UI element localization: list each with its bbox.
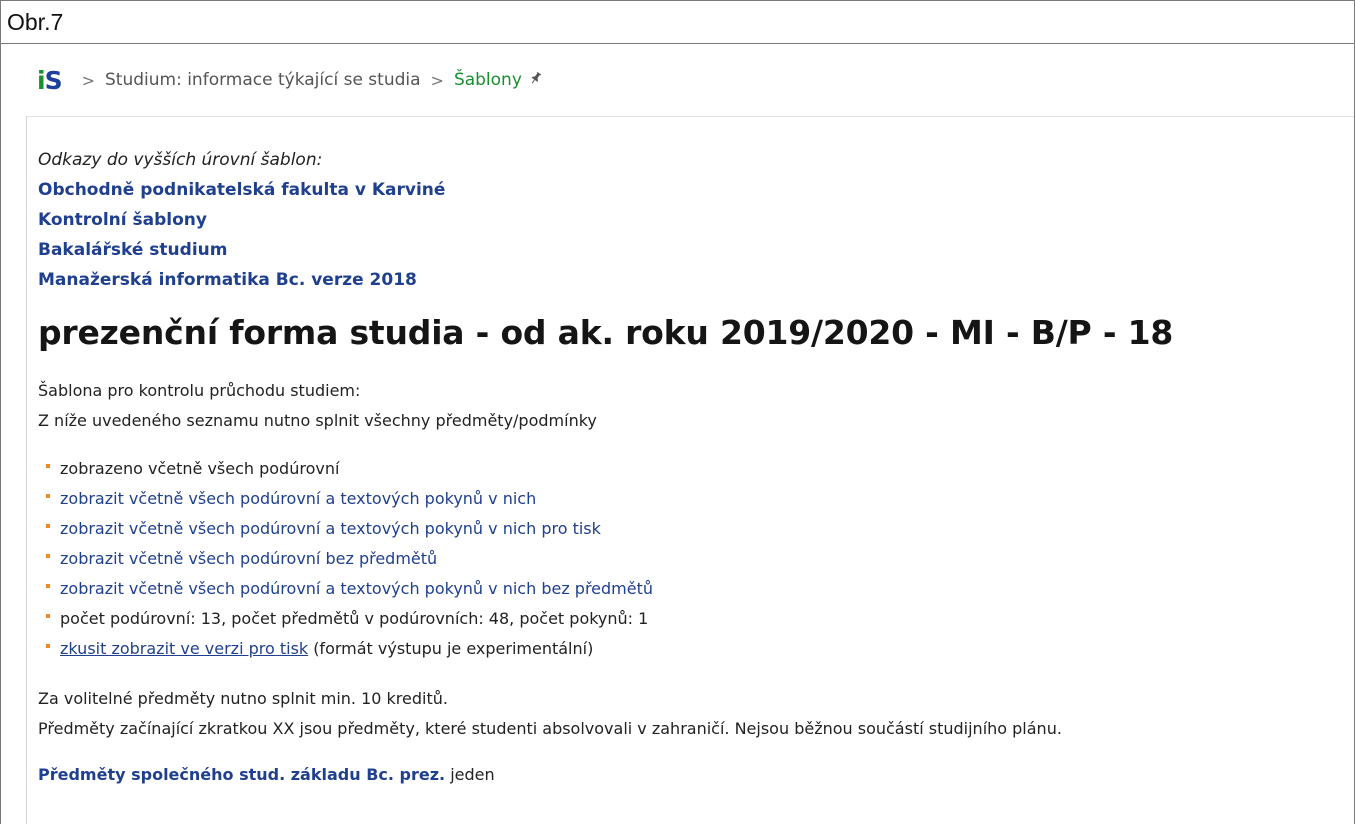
section-suffix: jeden [450,765,495,784]
bullet-icon [46,524,50,528]
list-item: zkusit zobrazit ve verzi pro tisk (formá… [46,634,1354,664]
credit-note-line-1: Za volitelné předměty nutno splnit min. … [38,689,448,708]
option-current-view: zobrazeno včetně všech podúrovní [60,459,340,478]
list-item: zobrazit včetně všech podúrovní a textov… [46,514,1354,544]
template-description-line-1: Šablona pro kontrolu průchodu studiem: [38,381,361,400]
credit-notes: Za volitelné předměty nutno splnit min. … [38,684,1354,744]
list-item: zobrazeno včetně všech podúrovní [46,454,1354,484]
option-link-with-instructions[interactable]: zobrazit včetně všech podúrovní a textov… [60,484,536,514]
bullet-icon [46,464,50,468]
display-options-list: zobrazeno včetně všech podúrovní zobrazi… [38,454,1354,664]
bullet-icon [46,614,50,618]
breadcrumb: iS > Studium: informace týkající se stud… [1,44,1354,116]
option-link-without-courses[interactable]: zobrazit včetně všech podúrovní bez před… [60,544,437,574]
is-logo[interactable]: iS [37,65,63,95]
logo-letter-i: i [37,65,46,95]
parent-link-programme[interactable]: Manažerská informatika Bc. verze 2018 [38,265,1354,295]
bullet-icon [46,584,50,588]
parent-link-control-templates[interactable]: Kontrolní šablony [38,205,1354,235]
list-item: zobrazit včetně všech podúrovní bez před… [46,544,1354,574]
template-description: Šablona pro kontrolu průchodu studiem: Z… [38,376,1354,436]
logo-letter-s: S [44,65,63,95]
figure-frame: Obr.7 iS > Studium: informace týkající s… [0,0,1355,824]
breadcrumb-separator: > [81,70,95,90]
list-item: zobrazit včetně všech podúrovní a textov… [46,484,1354,514]
pin-icon[interactable] [524,69,546,92]
template-description-line-2: Z níže uvedeného seznamu nutno splnit vš… [38,411,597,430]
credit-note-line-2: Předměty začínající zkratkou XX jsou pře… [38,719,1062,738]
page-title: prezenční forma studia - od ak. roku 201… [38,313,1174,352]
option-counts: počet podúrovní: 13, počet předmětů v po… [60,609,649,628]
list-item: počet podúrovní: 13, počet předmětů v po… [46,604,1354,634]
parent-link-faculty[interactable]: Obchodně podnikatelská fakulta v Karviné [38,175,1354,205]
parent-link-bachelor[interactable]: Bakalářské studium [38,235,1354,265]
figure-caption: Obr.7 [1,1,1354,44]
print-version-note: (formát výstupu je experimentální) [313,639,594,658]
option-link-instructions-without-courses[interactable]: zobrazit včetně všech podúrovní a textov… [60,574,653,604]
main-content: Odkazy do vyšších úrovní šablon: Obchodn… [26,116,1354,824]
option-link-print-version[interactable]: zkusit zobrazit ve verzi pro tisk [60,634,308,664]
pin-icon-glyph [531,72,542,84]
bullet-icon [46,554,50,558]
figure-caption-text: Obr.7 [7,8,64,35]
section-link-common-base[interactable]: Předměty společného stud. základu Bc. pr… [38,765,445,784]
breadcrumb-item-sablony: Šablony [453,70,522,90]
list-item: zobrazit včetně všech podúrovní a textov… [46,574,1354,604]
option-link-with-instructions-print[interactable]: zobrazit včetně všech podúrovní a textov… [60,514,601,544]
section-row: Předměty společného stud. základu Bc. pr… [38,760,1354,790]
breadcrumb-item-studium[interactable]: Studium: informace týkající se studia [105,70,421,90]
breadcrumb-separator: > [430,70,444,90]
bullet-icon [46,494,50,498]
parent-templates-intro: Odkazy do vyšších úrovní šablon: [38,150,323,170]
bullet-icon [46,644,50,648]
